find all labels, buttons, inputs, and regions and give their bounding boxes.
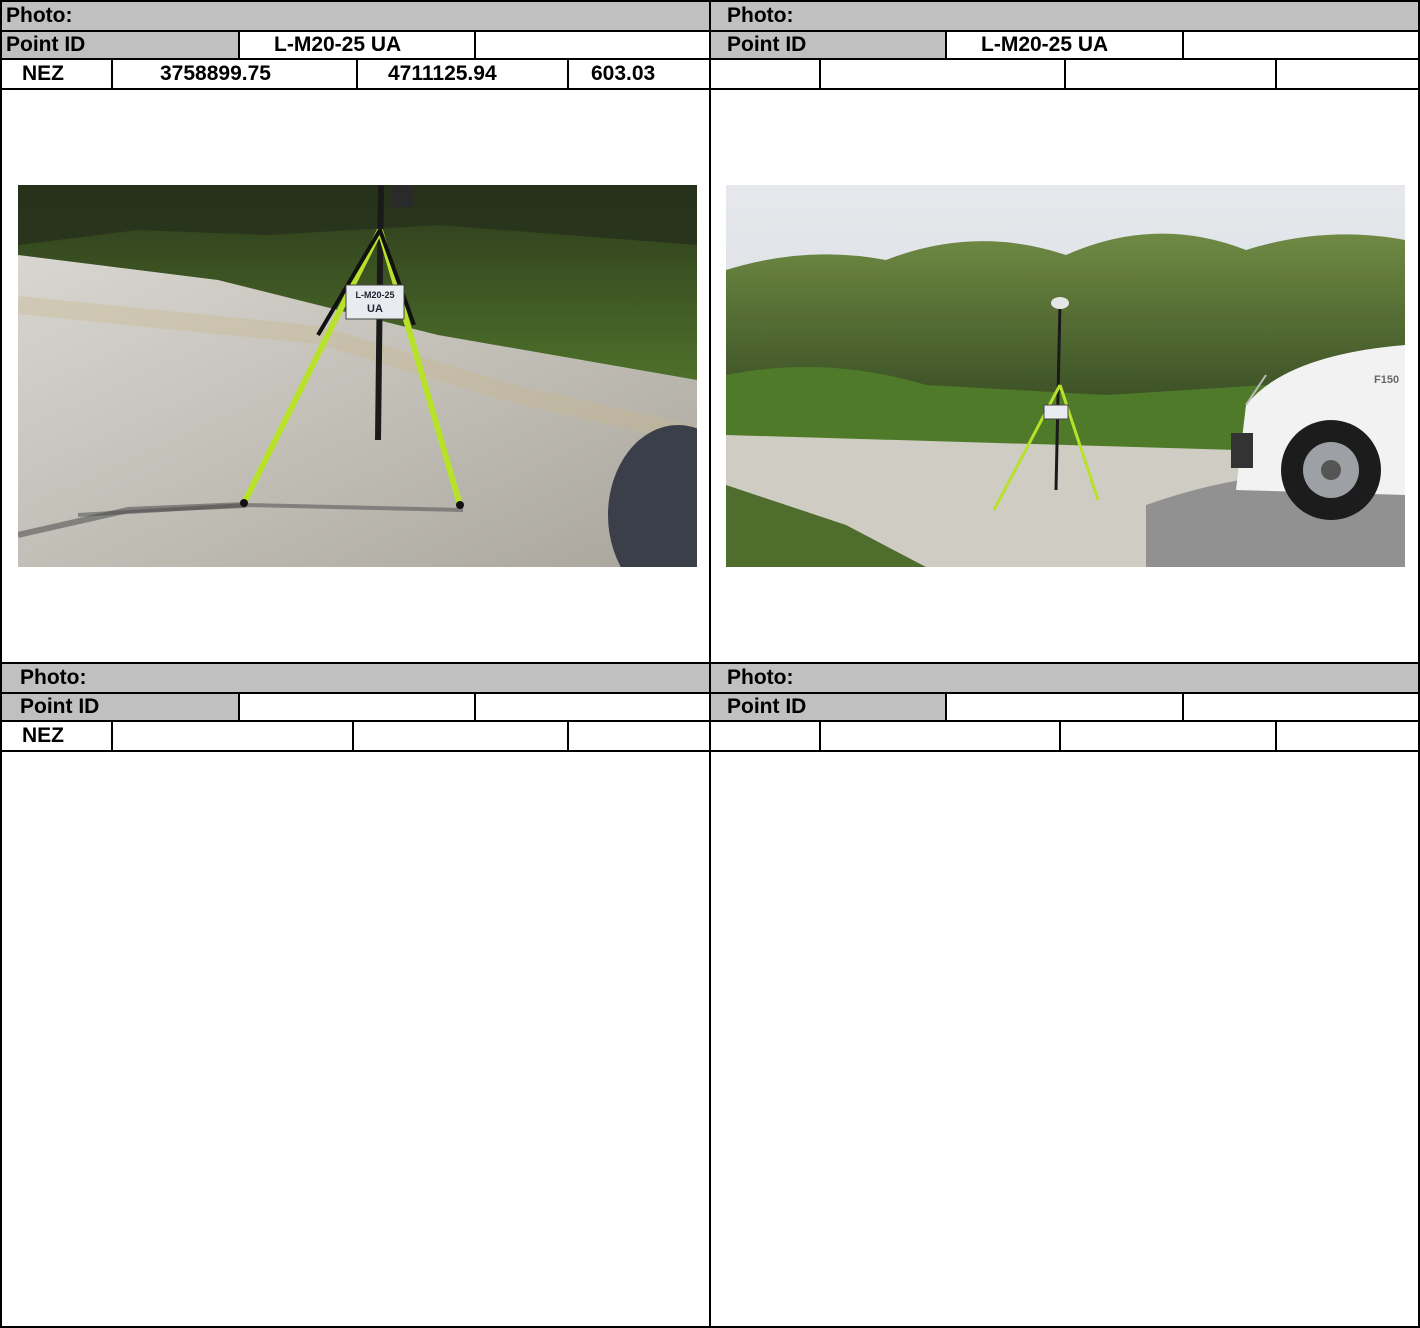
elevation-value: 603.03	[591, 62, 656, 85]
cell-div	[1064, 58, 1066, 88]
cell-div	[474, 692, 476, 720]
photo-header-1	[2, 2, 709, 30]
sign-line-2: UA	[367, 303, 383, 315]
cell-div	[567, 58, 569, 88]
cell-div	[819, 720, 821, 750]
cell-div	[111, 58, 113, 88]
photo-header-2	[711, 2, 1418, 30]
truck-badge: F150	[1374, 374, 1399, 386]
cell-div	[111, 720, 113, 750]
nez-label: NEZ	[22, 724, 64, 747]
point-id-label: Point ID	[727, 695, 807, 718]
survey-photo-2: F150	[726, 185, 1405, 567]
photo-label: Photo:	[727, 4, 794, 27]
point-id-value: L-M20-25 UA	[274, 33, 402, 56]
cell-div	[945, 692, 947, 720]
survey-photo-1: L-M20-25 UA	[18, 185, 697, 567]
cell-div	[1059, 720, 1061, 750]
cell-div	[1275, 58, 1277, 88]
point-id-label: Point ID	[6, 33, 86, 56]
cell-div	[1182, 692, 1184, 720]
cell-div	[238, 692, 240, 720]
cell-div	[474, 30, 476, 58]
photo-label: Photo:	[727, 666, 794, 689]
easting-value: 4711125.94	[388, 62, 497, 85]
photo-header-3	[2, 664, 709, 692]
photo-label: Photo:	[20, 666, 87, 689]
point-id-label: Point ID	[727, 33, 807, 56]
cell-div	[567, 720, 569, 750]
cell-div	[352, 720, 354, 750]
border-left	[0, 0, 2, 1328]
point-id-value: L-M20-25 UA	[981, 33, 1109, 56]
cell-div	[238, 30, 240, 58]
cell-div	[945, 30, 947, 58]
cell-div	[1275, 720, 1277, 750]
center-divider	[709, 0, 711, 1328]
point-id-label: Point ID	[20, 695, 100, 718]
cell-div	[819, 58, 821, 88]
cell-div	[356, 58, 358, 88]
nez-label: NEZ	[22, 62, 64, 85]
photo-header-4	[711, 664, 1418, 692]
northing-value: 3758899.75	[160, 62, 271, 85]
sign-line-1: L-M20-25	[355, 290, 394, 300]
cell-div	[1182, 30, 1184, 58]
photo-label: Photo:	[6, 4, 73, 27]
